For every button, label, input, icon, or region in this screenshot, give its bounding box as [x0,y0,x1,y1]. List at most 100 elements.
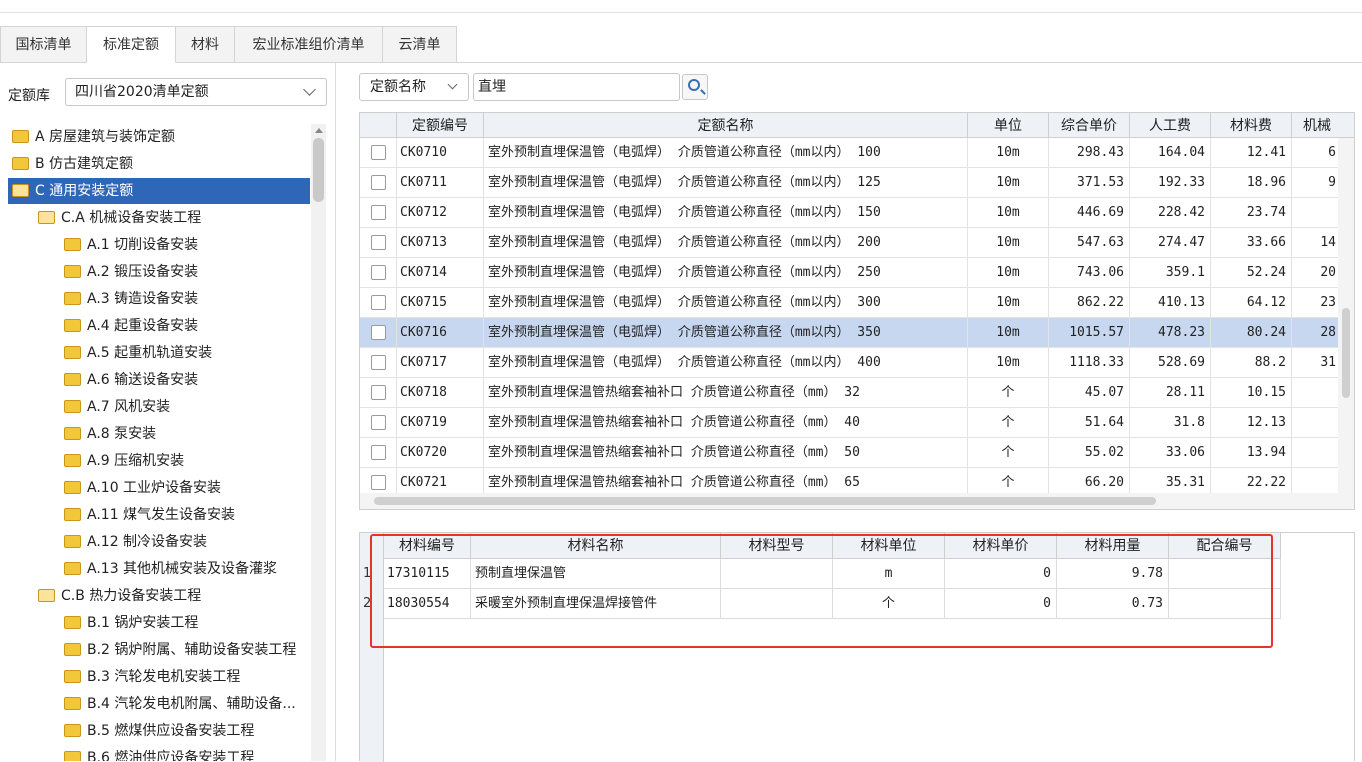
tab-standard-quota[interactable]: 标准定额 [87,26,176,63]
tree-scrollbar[interactable] [311,124,326,761]
table-row[interactable]: CK0718 室外预制直埋保温管热缩套袖补口 介质管道公称直径（mm） 32 个 45… [360,378,1354,408]
row-checkbox[interactable] [371,475,386,490]
col-header-labor[interactable]: 人工费 [1130,113,1211,138]
tree-node[interactable]: C.B 热力设备安装工程 [38,583,201,609]
folder-icon [64,642,81,656]
col-header-unit[interactable]: 单位 [968,113,1049,138]
tree-node[interactable]: A 房屋建筑与装饰定额 [12,124,175,150]
tab-national-list[interactable]: 国标清单 [0,26,87,63]
row-checkbox-cell [360,198,397,228]
tree-node-label: B.2 锅炉附属、辅助设备安装工程 [87,642,297,658]
row-checkbox[interactable] [371,235,386,250]
search-field-select[interactable]: 定额名称 [359,73,469,101]
scroll-up-icon[interactable] [315,128,323,133]
quota-code-cell: CK0714 [397,258,484,288]
tree-node[interactable]: A.10 工业炉设备安装 [64,475,221,501]
search-button[interactable] [682,74,708,100]
quota-labor-cell: 164.04 [1130,138,1211,168]
tree-scroll-thumb[interactable] [313,138,324,202]
table-row[interactable]: CK0710 室外预制直埋保温管（电弧焊） 介质管道公称直径（mm以内） 100 1… [360,138,1354,168]
quota-vertical-scrollbar[interactable] [1338,138,1354,509]
table-row[interactable]: CK0720 室外预制直埋保温管热缩套袖补口 介质管道公称直径（mm） 50 个 55… [360,438,1354,468]
row-checkbox[interactable] [371,385,386,400]
tree-node[interactable]: A.13 其他机械安装及设备灌浆 [64,556,277,582]
quota-horizontal-scrollbar[interactable] [360,493,1338,509]
tree-node[interactable]: A.11 煤气发生设备安装 [64,502,235,528]
quota-name-cell: 室外预制直埋保温管热缩套袖补口 介质管道公称直径（mm） 40 [484,408,968,438]
table-row[interactable]: CK0719 室外预制直埋保温管热缩套袖补口 介质管道公称直径（mm） 40 个 51… [360,408,1354,438]
table-row[interactable]: CK0716 室外预制直埋保温管（电弧焊） 介质管道公称直径（mm以内） 350 1… [360,318,1354,348]
quota-name-cell: 室外预制直埋保温管（电弧焊） 介质管道公称直径（mm以内） 200 [484,228,968,258]
quota-material-cell: 18.96 [1211,168,1292,198]
tree-node[interactable]: B.5 燃煤供应设备安装工程 [64,718,254,744]
row-checkbox[interactable] [371,205,386,220]
folder-icon [64,507,81,521]
col-header-material[interactable]: 材料费 [1211,113,1292,138]
library-label: 定额库 [8,88,50,104]
quota-code-cell: CK0713 [397,228,484,258]
tab-hongye-list[interactable]: 宏业标准组价清单 [235,26,383,63]
folder-icon [38,210,55,224]
folder-icon [64,669,81,683]
quota-price-cell: 51.64 [1049,408,1130,438]
tab-bar: 国标清单 标准定额 材料 宏业标准组价清单 云清单 [0,26,1362,63]
col-header-code[interactable]: 定额编号 [397,113,484,138]
quota-labor-cell: 410.13 [1130,288,1211,318]
quota-code-cell: CK0717 [397,348,484,378]
tree-node[interactable]: A.6 输送设备安装 [64,367,198,393]
tab-cloud-list[interactable]: 云清单 [383,26,457,63]
row-checkbox-cell [360,378,397,408]
table-row[interactable]: CK0714 室外预制直埋保温管（电弧焊） 介质管道公称直径（mm以内） 250 1… [360,258,1354,288]
table-row[interactable]: CK0711 室外预制直埋保温管（电弧焊） 介质管道公称直径（mm以内） 125 1… [360,168,1354,198]
col-header-price[interactable]: 综合单价 [1049,113,1130,138]
col-header-machine[interactable]: 机械 [1292,113,1342,138]
tree-node[interactable]: A.8 泵安装 [64,421,156,447]
tree-node[interactable]: B 仿古建筑定额 [12,151,133,177]
quota-price-cell: 862.22 [1049,288,1130,318]
tree-node-label: A.10 工业炉设备安装 [87,480,222,496]
tree-node[interactable]: C 通用安装定额 [8,178,310,204]
tree-node[interactable]: B.4 汽轮发电机附属、辅助设备... [64,691,296,717]
tree-node[interactable]: A.5 起重机轨道安装 [64,340,212,366]
quota-labor-cell: 192.33 [1130,168,1211,198]
folder-icon [64,750,81,761]
tree-node[interactable]: A.4 起重设备安装 [64,313,198,339]
table-row[interactable]: CK0717 室外预制直埋保温管（电弧焊） 介质管道公称直径（mm以内） 400 1… [360,348,1354,378]
row-checkbox-cell [360,348,397,378]
search-input[interactable]: 直埋 [473,73,680,101]
tree-node[interactable]: A.12 制冷设备安装 [64,529,207,555]
tree-node[interactable]: A.3 铸造设备安装 [64,286,198,312]
tree-node[interactable]: A.7 风机安装 [64,394,170,420]
tree-node[interactable]: A.9 压缩机安装 [64,448,184,474]
tree-node[interactable]: B.2 锅炉附属、辅助设备安装工程 [64,637,296,663]
tree-node[interactable]: A.1 切削设备安装 [64,232,198,258]
row-checkbox[interactable] [371,415,386,430]
table-row[interactable]: CK0712 室外预制直埋保温管（电弧焊） 介质管道公称直径（mm以内） 150 1… [360,198,1354,228]
row-checkbox[interactable] [371,295,386,310]
quota-material-cell: 10.15 [1211,378,1292,408]
col-header-name[interactable]: 定额名称 [484,113,968,138]
tree-node[interactable]: B.6 燃油供应设备安装工程 [64,745,254,761]
quota-hscroll-thumb[interactable] [374,497,1156,505]
tree-node[interactable]: B.1 锅炉安装工程 [64,610,198,636]
quota-price-cell: 298.43 [1049,138,1130,168]
tree-node[interactable]: C.A 机械设备安装工程 [38,205,201,231]
tree-node[interactable]: B.3 汽轮发电机安装工程 [64,664,240,690]
folder-icon [64,264,81,278]
quota-price-cell: 371.53 [1049,168,1130,198]
table-row[interactable]: CK0715 室外预制直埋保温管（电弧焊） 介质管道公称直径（mm以内） 300 1… [360,288,1354,318]
row-checkbox[interactable] [371,445,386,460]
folder-icon [38,588,55,602]
row-checkbox[interactable] [371,145,386,160]
row-checkbox[interactable] [371,175,386,190]
row-checkbox[interactable] [371,355,386,370]
quota-name-cell: 室外预制直埋保温管（电弧焊） 介质管道公称直径（mm以内） 125 [484,168,968,198]
library-select[interactable]: 四川省2020清单定额 [65,78,327,106]
quota-vscroll-thumb[interactable] [1342,308,1350,398]
tab-materials[interactable]: 材料 [176,26,235,63]
row-checkbox[interactable] [371,325,386,340]
tree-node[interactable]: A.2 锻压设备安装 [64,259,198,285]
row-checkbox-cell [360,438,397,468]
table-row[interactable]: CK0713 室外预制直埋保温管（电弧焊） 介质管道公称直径（mm以内） 200 1… [360,228,1354,258]
row-checkbox[interactable] [371,265,386,280]
